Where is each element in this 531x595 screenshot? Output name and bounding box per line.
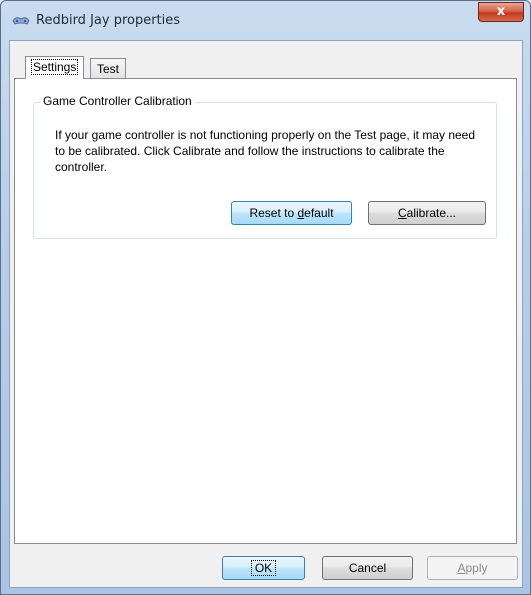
- apply-button[interactable]: Apply: [427, 556, 518, 580]
- calibrate-label-accel: C: [397, 206, 407, 220]
- tab-test-label: Test: [97, 62, 120, 76]
- game-controller-icon: [12, 17, 30, 25]
- tab-settings[interactable]: Settings: [25, 56, 85, 79]
- reset-to-default-button[interactable]: Reset to default: [231, 201, 352, 225]
- ok-label: OK: [250, 560, 277, 576]
- close-icon: x: [496, 4, 506, 19]
- reset-label-post: efault: [304, 206, 334, 220]
- calibrate-label-post: alibrate...: [406, 206, 457, 220]
- ok-button[interactable]: OK: [222, 556, 305, 580]
- apply-label-post: pply: [465, 561, 488, 575]
- cancel-button[interactable]: Cancel: [322, 556, 413, 580]
- close-button[interactable]: x: [478, 2, 524, 22]
- title-bar[interactable]: Redbird Jay properties x: [1, 1, 530, 41]
- calibrate-button[interactable]: Calibrate...: [368, 201, 486, 225]
- reset-label-pre: Reset to: [249, 206, 298, 220]
- apply-label-accel: A: [457, 561, 466, 575]
- cancel-label: Cancel: [348, 561, 387, 575]
- tab-test[interactable]: Test: [90, 58, 127, 78]
- tab-settings-label: Settings: [30, 59, 79, 75]
- calibration-description: If your game controller is not functioni…: [55, 128, 476, 174]
- groupbox-title: Game Controller Calibration: [40, 94, 195, 108]
- window-title: Redbird Jay properties: [36, 13, 181, 28]
